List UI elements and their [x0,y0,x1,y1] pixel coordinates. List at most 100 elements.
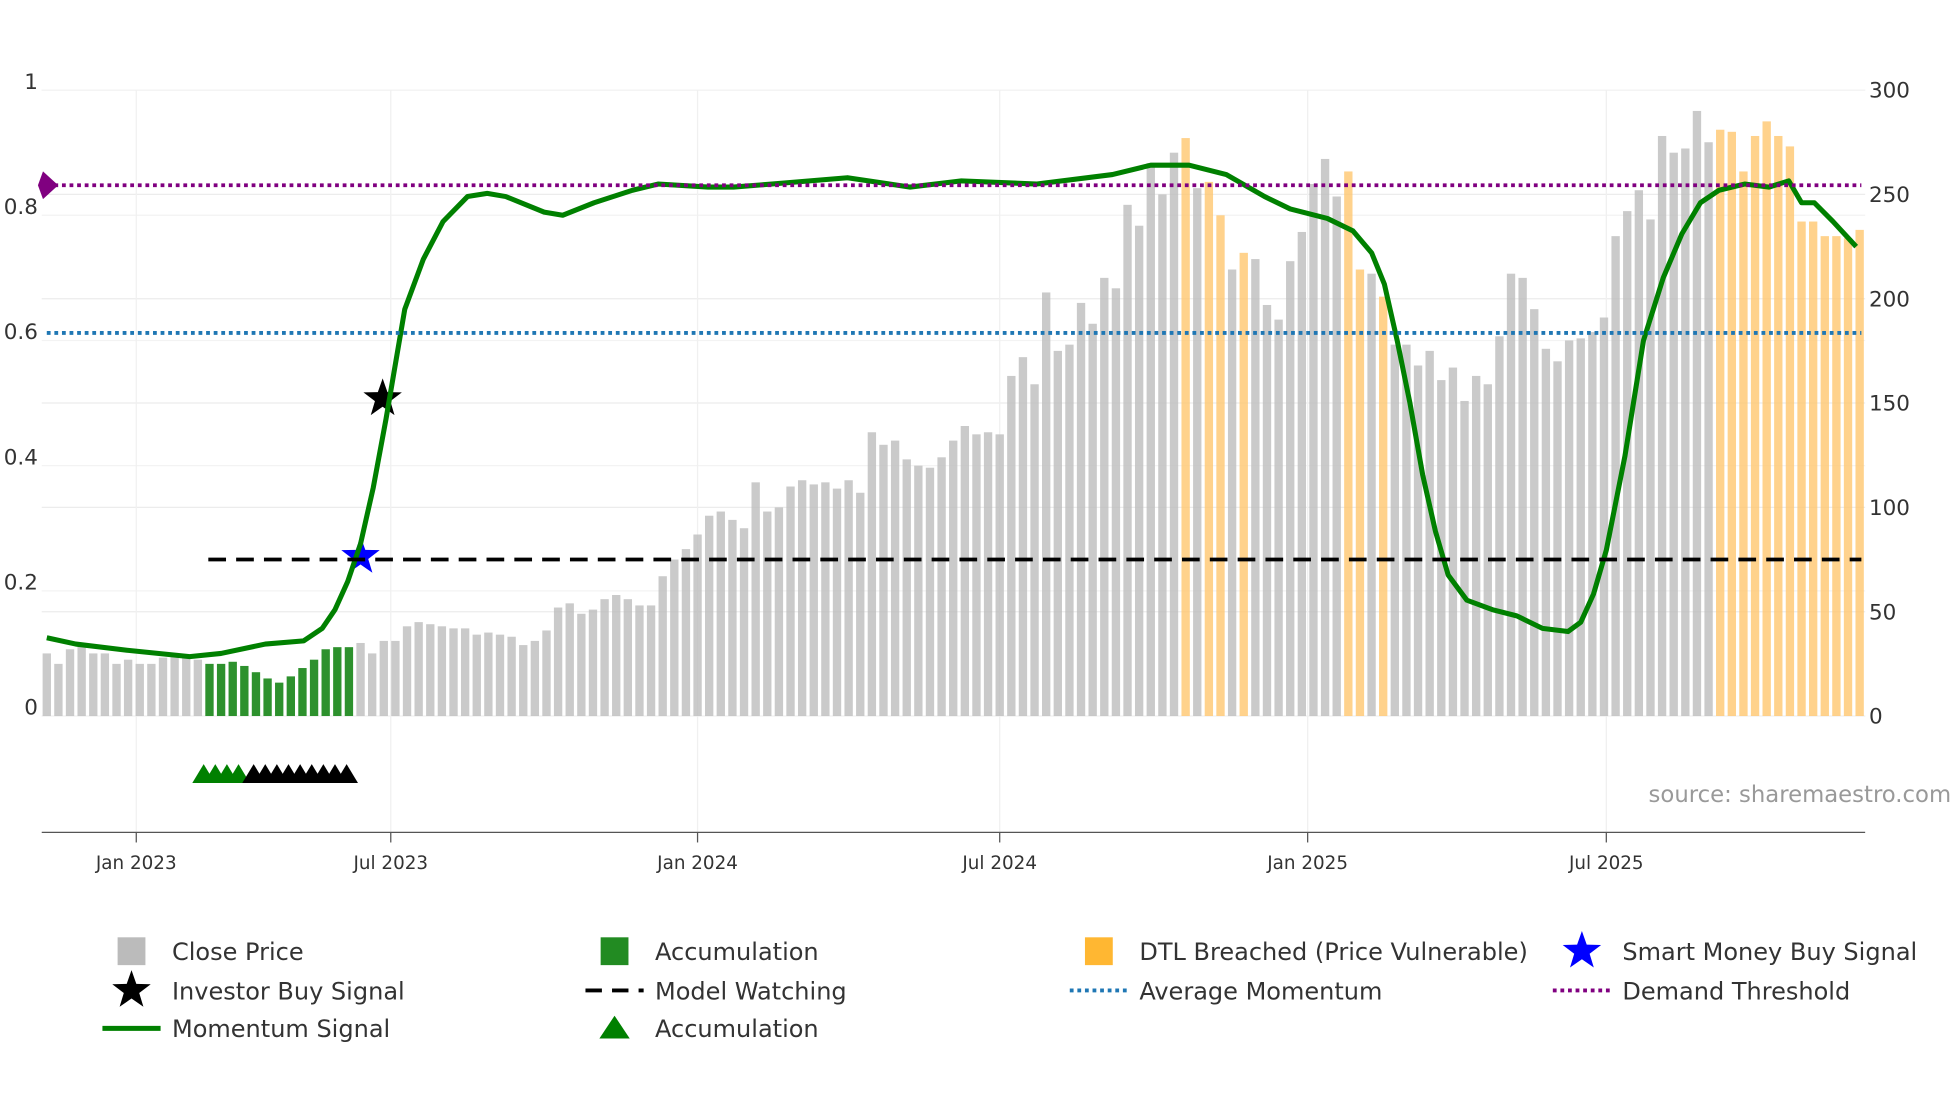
close-price-bar [716,511,725,717]
close-price-bar [623,599,633,717]
close-price-bar [1506,273,1516,717]
left-axis-tick: 0 [24,696,38,721]
legend-average-momentum-label: Average Momentum [1139,977,1382,1005]
close-price-bar [495,634,505,717]
close-price-bar [728,519,737,717]
dtl-breached-bar [1785,146,1795,717]
x-axis-tick: Jul 2023 [352,853,428,874]
close-price-bar [763,511,772,717]
dtl-breached-bar [1379,296,1388,717]
close-price-bar [1286,261,1295,717]
dtl-breached-bar [1855,229,1864,717]
close-price-bar [1425,350,1434,717]
investor-buy-signal-star [363,378,402,416]
dtl-breached-bar [1716,129,1725,717]
dtl-breached-bar [1204,181,1214,717]
accumulation-bar [275,682,284,717]
legend-investor-buy-signal-icon [112,970,151,1007]
close-price-bar [1274,319,1283,717]
close-price-bar [797,480,807,717]
close-price-bar [646,605,656,717]
close-price-bar [705,515,714,717]
close-price-bar [1599,317,1609,717]
right-axis-tick: 250 [1869,183,1910,208]
close-price-bar [774,507,784,717]
close-price-bar [356,642,365,717]
close-price-bar [1018,357,1028,717]
close-price-bar [1483,384,1492,717]
close-price-bar [972,434,981,717]
dtl-breached-bar [1808,221,1818,717]
legend-smart-money-buy-signal-icon [1562,930,1602,968]
close-price-bar [914,465,923,717]
close-price-bar [1134,225,1144,717]
close-price-bar [1030,384,1039,717]
close-price-bar [1657,135,1667,717]
close-price-bar [786,486,795,717]
close-price-bar [670,559,679,717]
legend-accumulation-label: Accumulation [655,1015,819,1043]
close-price-bar [1332,196,1341,717]
close-price-bar [751,482,760,717]
accumulation-bar [344,647,354,717]
close-price-bar [1541,348,1551,717]
close-price-bar [1530,309,1539,717]
close-price-bar [158,657,168,717]
close-price-bar [879,444,888,717]
close-price-bar [1053,350,1062,717]
close-price-bar [693,534,702,717]
close-price-bar [1390,344,1399,717]
accumulation-bar [205,663,214,717]
right-axis-tick: 100 [1869,496,1910,521]
close-price-bar [542,630,551,717]
x-axis-tick: Jul 2024 [961,853,1037,874]
close-price-bar [1564,340,1574,717]
legend-close-price-swatch [117,937,146,966]
close-price-bar [1007,375,1016,717]
close-price-bar [449,628,458,717]
accumulation-bar [286,676,295,717]
source-label: source: sharemaestro.com [1649,782,1952,808]
close-price-bar [1646,219,1655,717]
close-price-bar [983,432,993,717]
close-price-bar [867,432,877,717]
close-price-bar [1669,152,1678,717]
close-price-bar [1146,163,1155,717]
dtl-breached-bar [1843,238,1853,717]
close-price-bar [530,640,540,717]
legend-investor-buy-signal-label: Investor Buy Signal [172,977,405,1005]
left-axis-tick: 0.4 [4,445,38,470]
dtl-breached-bar [1239,252,1248,717]
close-price-bar [960,426,970,717]
dtl-breached-bar [1797,221,1806,717]
close-price-bar [949,440,958,717]
close-price-bar [635,605,644,717]
close-price-bar [1042,292,1051,717]
right-axis-tick: 150 [1869,392,1910,417]
accumulation-bar [263,678,272,717]
close-price-bar [588,609,598,717]
close-price-bar [426,624,435,717]
close-price-bar [112,663,121,717]
dtl-breached-bar [1181,138,1190,717]
x-axis-tick: Jul 2025 [1568,853,1644,874]
dtl-breached-bar [1344,171,1353,717]
close-price-bar [1076,302,1086,717]
close-price-bars [42,110,1864,717]
close-price-bar [739,528,749,717]
right-axis-tick: 200 [1869,287,1910,312]
accumulation-bar [298,668,307,717]
accumulation-bar [251,672,261,717]
accumulation-bar [240,665,249,717]
signal-markers [192,378,402,784]
close-price-bar [553,607,563,717]
left-axis-tick: 0.6 [4,320,38,345]
close-price-bar [821,482,830,717]
accumulation-bar [333,647,342,717]
close-price-bar [1065,344,1074,717]
close-price-bar [1704,142,1713,717]
x-axis-tick: Jan 2023 [95,853,177,874]
close-price-bar [925,467,935,717]
dtl-breached-bar [1774,135,1783,717]
close-price-bar [135,663,144,717]
